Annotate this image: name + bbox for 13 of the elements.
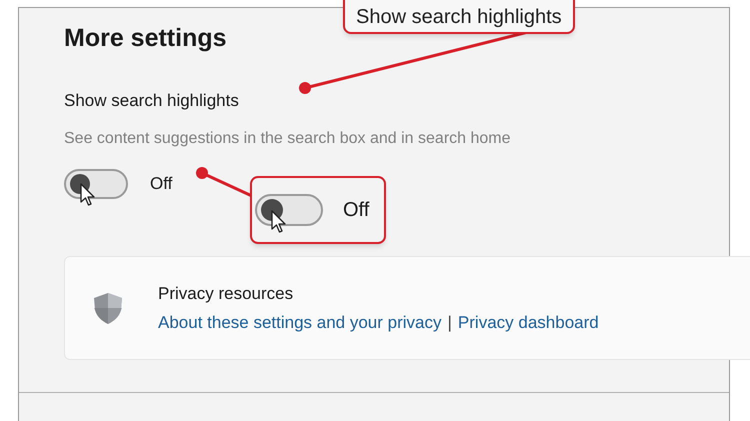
cursor-icon bbox=[80, 183, 96, 207]
toggle-state: Off bbox=[343, 198, 370, 223]
link-separator: | bbox=[448, 312, 452, 334]
privacy-link[interactable]: About these settings and your privacy bbox=[158, 310, 442, 336]
callout-label: Show search highlights bbox=[343, 0, 575, 34]
setting-label: Show search highlights bbox=[64, 90, 239, 112]
toggle-state: Off bbox=[150, 173, 172, 196]
privacy-title: Privacy resources bbox=[158, 282, 294, 304]
toggle-switch[interactable] bbox=[255, 194, 323, 226]
section-title: More settings bbox=[64, 23, 227, 54]
privacy-link[interactable]: Privacy dashboard bbox=[458, 310, 599, 336]
setting-description: See content suggestions in the search box and in search home bbox=[64, 129, 511, 149]
cursor-icon bbox=[271, 210, 287, 234]
